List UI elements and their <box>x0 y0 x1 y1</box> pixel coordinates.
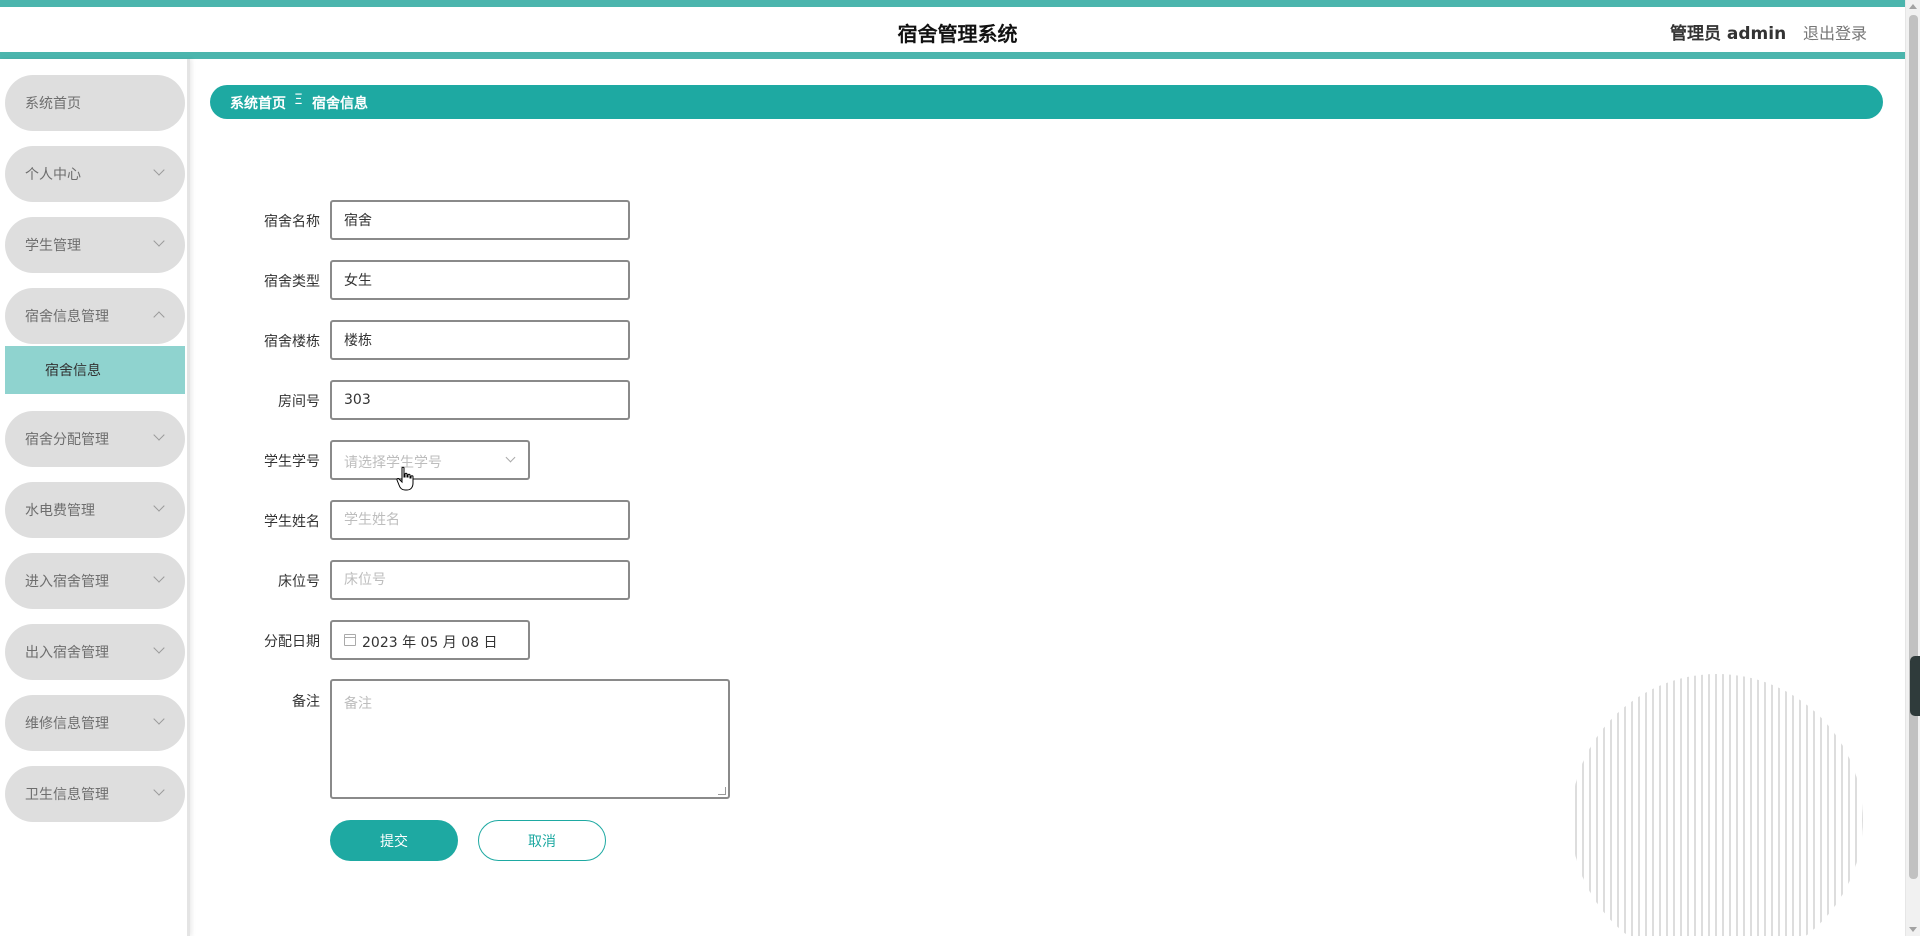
chevron-down-icon <box>153 571 165 583</box>
dorm-type-field[interactable] <box>330 260 630 300</box>
scroll-down-icon[interactable] <box>1909 927 1917 932</box>
sidebar-item-dorm-assignment[interactable]: 宿舍分配管理 <box>5 411 185 467</box>
sidebar-item-label: 水电费管理 <box>25 503 95 519</box>
room-number-label: 房间号 <box>278 394 320 410</box>
logout-link[interactable]: 退出登录 <box>1803 20 1867 44</box>
dorm-building-input[interactable] <box>332 322 628 358</box>
remark-textarea[interactable] <box>332 681 728 797</box>
sidebar-item-label: 宿舍信息管理 <box>25 309 109 325</box>
chevron-down-icon <box>153 235 165 247</box>
bed-number-input[interactable] <box>332 562 628 598</box>
remark-field[interactable] <box>330 679 730 799</box>
dorm-type-input[interactable] <box>332 262 628 298</box>
dorm-type-label: 宿舍类型 <box>264 274 320 290</box>
calendar-icon <box>344 634 356 646</box>
student-id-select[interactable]: 请选择学生学号 <box>330 440 530 480</box>
dorm-building-field[interactable] <box>330 320 630 360</box>
sidebar-item-label: 系统首页 <box>25 96 81 112</box>
app-title: 宿舍管理系统 <box>897 22 1018 46</box>
decorative-striped-circle <box>1575 674 1863 936</box>
chevron-up-icon <box>153 311 165 323</box>
breadcrumb-current: 宿舍信息 <box>312 96 368 112</box>
submit-button[interactable]: 提交 <box>330 820 458 861</box>
room-number-field[interactable] <box>330 380 630 420</box>
sidebar-item-student-management[interactable]: 学生管理 <box>5 217 185 273</box>
sidebar-item-label: 宿舍分配管理 <box>25 432 109 448</box>
chevron-down-icon <box>505 452 516 463</box>
bed-number-label: 床位号 <box>278 574 320 590</box>
assign-date-label: 分配日期 <box>264 634 320 650</box>
chevron-down-icon <box>153 164 165 176</box>
bed-number-field[interactable] <box>330 560 630 600</box>
sidebar-item-dorm-access[interactable]: 出入宿舍管理 <box>5 624 185 680</box>
scrollbar-thumb[interactable] <box>1909 15 1918 879</box>
scroll-up-icon[interactable] <box>1909 4 1917 9</box>
sidebar-item-label: 卫生信息管理 <box>25 787 109 803</box>
assign-date-value: 2023 年 05 月 08 日 <box>362 635 498 651</box>
dorm-name-input[interactable] <box>332 202 628 238</box>
sidebar-item-label: 学生管理 <box>25 238 81 254</box>
student-name-input[interactable] <box>332 502 628 538</box>
resize-handle-icon[interactable] <box>718 787 726 795</box>
pointer-cursor-icon <box>396 466 414 491</box>
current-user-label: 管理员 admin <box>1670 24 1787 44</box>
cancel-button[interactable]: 取消 <box>478 820 606 861</box>
sidebar-item-personal-center[interactable]: 个人中心 <box>5 146 185 202</box>
breadcrumb-separator: Ξ <box>294 92 303 108</box>
breadcrumb: 系统首页 Ξ 宿舍信息 <box>210 85 1883 119</box>
vertical-scrollbar[interactable] <box>1905 0 1920 936</box>
assign-date-picker[interactable]: 2023 年 05 月 08 日 <box>330 620 530 660</box>
sidebar-item-utility-fees[interactable]: 水电费管理 <box>5 482 185 538</box>
sidebar-item-dorm-info-management[interactable]: 宿舍信息管理 <box>5 288 185 344</box>
chevron-down-icon <box>153 642 165 654</box>
sidebar-item-repair-info[interactable]: 维修信息管理 <box>5 695 185 751</box>
sidebar-item-label: 个人中心 <box>25 167 81 183</box>
sidebar: 系统首页 个人中心 学生管理 宿舍信息管理 宿舍信息 宿舍分配管理 水电费管理 … <box>0 59 190 936</box>
sidebar-subitem-dorm-info[interactable]: 宿舍信息 <box>5 346 185 394</box>
sidebar-item-label: 维修信息管理 <box>25 716 109 732</box>
sidebar-subitem-label: 宿舍信息 <box>45 363 101 379</box>
remark-label: 备注 <box>292 694 320 710</box>
sidebar-item-home[interactable]: 系统首页 <box>5 75 185 131</box>
floating-side-tab[interactable] <box>1910 656 1920 716</box>
header-bar: 宿舍管理系统 管理员 admin 退出登录 <box>0 7 1905 54</box>
dorm-name-label: 宿舍名称 <box>264 214 320 230</box>
student-name-field[interactable] <box>330 500 630 540</box>
sidebar-item-hygiene-info[interactable]: 卫生信息管理 <box>5 766 185 822</box>
sidebar-item-dorm-entry[interactable]: 进入宿舍管理 <box>5 553 185 609</box>
chevron-down-icon <box>153 784 165 796</box>
top-accent-stripe <box>0 0 1920 7</box>
student-id-label: 学生学号 <box>264 454 320 470</box>
room-number-input[interactable] <box>332 382 628 418</box>
sidebar-item-label: 进入宿舍管理 <box>25 574 109 590</box>
student-id-placeholder: 请选择学生学号 <box>344 455 442 471</box>
student-name-label: 学生姓名 <box>264 514 320 530</box>
dorm-name-field[interactable] <box>330 200 630 240</box>
chevron-down-icon <box>153 500 165 512</box>
header-accent-stripe <box>0 52 1905 59</box>
breadcrumb-home-link[interactable]: 系统首页 <box>230 93 286 113</box>
chevron-down-icon <box>153 429 165 441</box>
sidebar-item-label: 出入宿舍管理 <box>25 645 109 661</box>
chevron-down-icon <box>153 713 165 725</box>
dorm-building-label: 宿舍楼栋 <box>264 334 320 350</box>
